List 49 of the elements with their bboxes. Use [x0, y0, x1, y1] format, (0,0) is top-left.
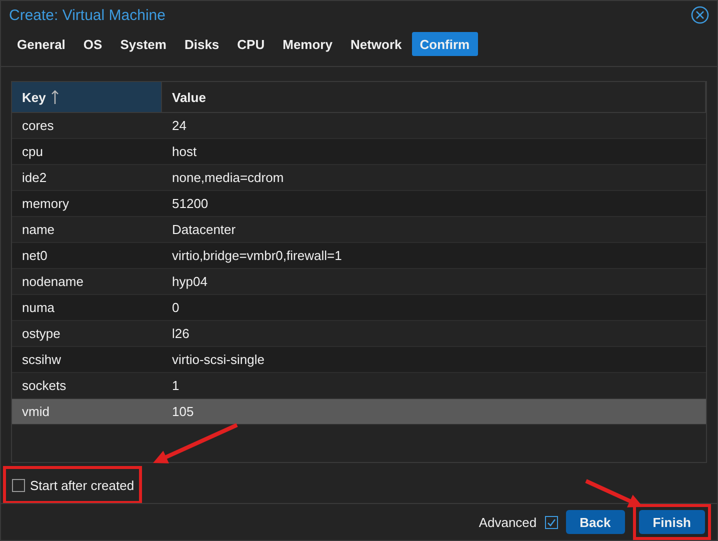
column-header[interactable]: Value	[172, 90, 206, 104]
checkbox-label[interactable]: Advanced	[478, 514, 537, 530]
table-cell-text: 105	[171, 404, 195, 419]
table-cell-text: hyp04	[171, 274, 208, 289]
table-cell-text: cores	[21, 118, 55, 133]
table-cell-text: nodename	[21, 274, 84, 289]
table-row[interactable]: cpu host	[12, 139, 706, 165]
table-cell-text: none,media=cdrom	[171, 170, 285, 185]
tab[interactable]: OS	[75, 32, 110, 56]
table-cell-text: 51200	[171, 196, 210, 211]
table-cell-text: scsihw	[21, 352, 62, 367]
table-row[interactable]: vmid 105	[12, 399, 706, 425]
table-cell-text: net0	[21, 248, 48, 263]
table-cell-text: name	[21, 222, 56, 237]
window-title: Create: Virtual Machine	[9, 6, 166, 24]
checkbox[interactable]	[544, 516, 558, 528]
table-row[interactable]: numa 0	[12, 295, 706, 321]
table-cell-text: host	[171, 144, 198, 159]
tab[interactable]: System	[112, 32, 174, 56]
table-cell-text: cpu	[21, 144, 44, 159]
table-cell-text: l26	[171, 326, 190, 341]
checkbox[interactable]	[12, 478, 25, 492]
table-cell-text: virtio-scsi-single	[171, 352, 266, 367]
tab[interactable]: Confirm	[412, 32, 478, 56]
table-row[interactable]: net0 virtio,bridge=vmbr0,firewall=1	[12, 243, 706, 269]
sort-arrow-icon	[50, 90, 59, 104]
table-cell-text: 0	[171, 300, 180, 315]
table-cell-text: virtio,bridge=vmbr0,firewall=1	[171, 248, 343, 263]
table-cell-text: sockets	[21, 378, 68, 393]
close-button[interactable]	[691, 6, 709, 24]
table-row[interactable]: memory 51200	[12, 191, 706, 217]
table-cell-text: ostype	[21, 326, 62, 341]
tab[interactable]: Disks	[176, 32, 228, 56]
table-cell-text: numa	[21, 300, 56, 315]
tab[interactable]: Memory	[274, 32, 340, 56]
table-cell-text: memory	[21, 196, 70, 211]
table-cell-text: vmid	[21, 404, 50, 419]
table-cell-text: 24	[171, 118, 188, 133]
tab[interactable]: Network	[342, 32, 410, 56]
table-row[interactable]: scsihw virtio-scsi-single	[12, 347, 706, 373]
tab[interactable]: CPU	[229, 32, 273, 56]
button[interactable]: Back	[566, 510, 625, 534]
checkbox-label[interactable]: Start after created	[30, 478, 134, 492]
table-cell-text: ide2	[21, 170, 48, 185]
table-cell-text: Datacenter	[171, 222, 237, 237]
column-header[interactable]: Key	[22, 90, 46, 104]
table-cell-text: 1	[171, 378, 180, 393]
button[interactable]: Finish	[638, 510, 705, 534]
tab[interactable]: General	[9, 32, 74, 56]
